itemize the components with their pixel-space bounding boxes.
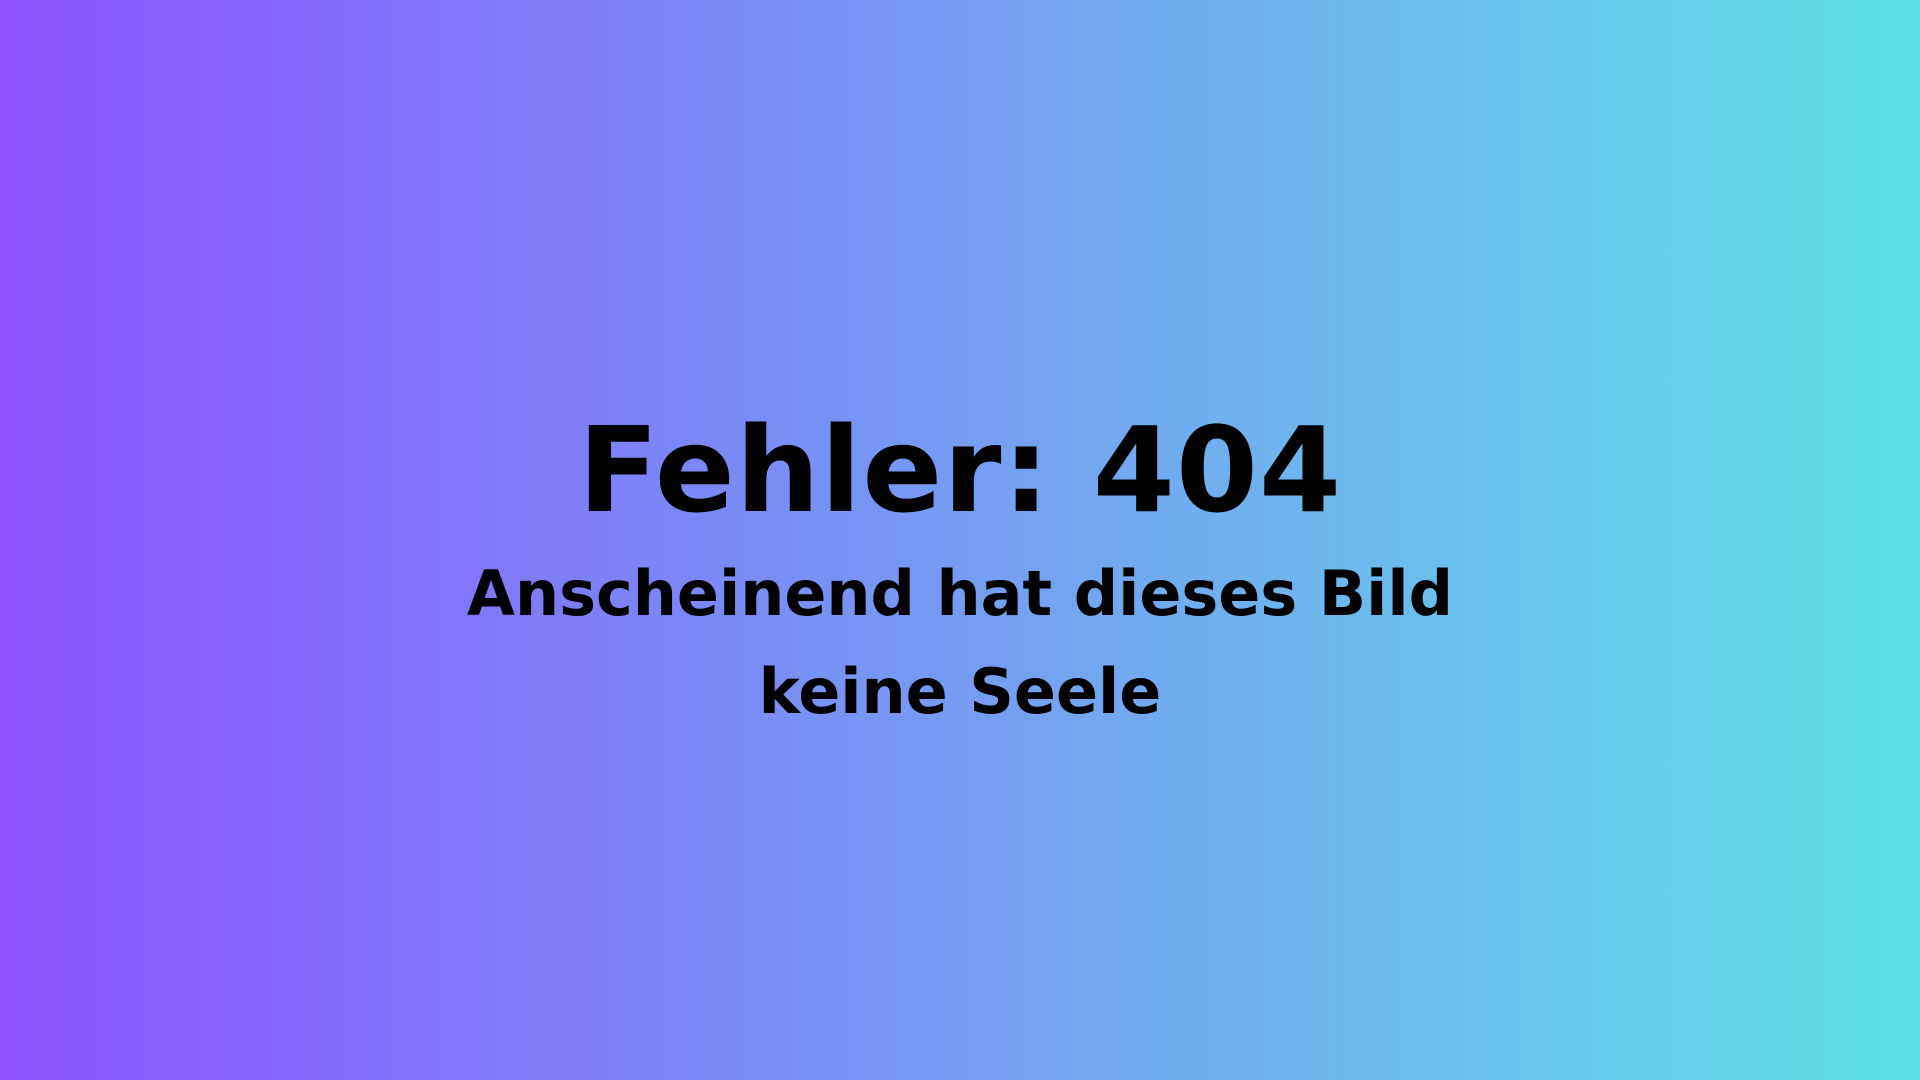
- error-page: Fehler: 404 Anscheinend hat dieses Bild …: [0, 0, 1920, 1080]
- error-title: Fehler: 404: [577, 401, 1343, 539]
- error-message-line-1: Anscheinend hat dieses Bild: [467, 557, 1453, 630]
- error-message-line-2: keine Seele: [758, 655, 1162, 728]
- error-message: Anscheinend hat dieses Bild keine Seele: [380, 545, 1540, 741]
